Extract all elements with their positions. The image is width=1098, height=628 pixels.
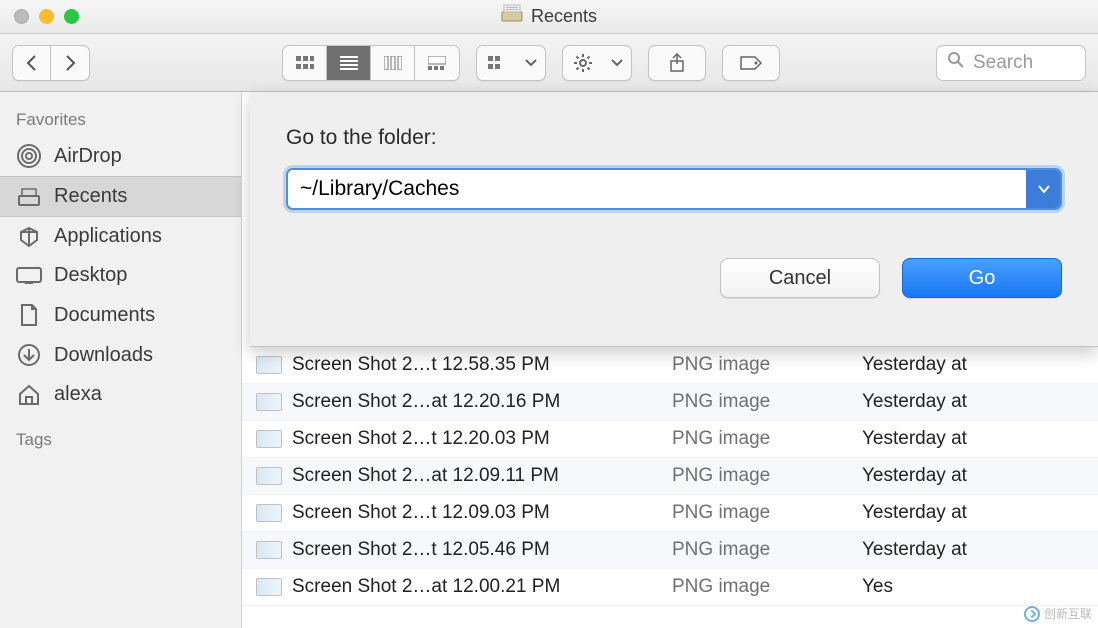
file-row[interactable]: Screen Shot 2…t 12.09.03 PMPNG imageYest…: [242, 495, 1098, 532]
sidebar-item-recents[interactable]: Recents: [0, 176, 241, 217]
applications-icon: [16, 226, 42, 248]
file-row[interactable]: Screen Shot 2…t 12.05.46 PMPNG imageYest…: [242, 532, 1098, 569]
file-date: Yesterday at: [862, 354, 1098, 376]
sidebar-item-applications[interactable]: Applications: [0, 217, 241, 256]
file-thumbnail-icon: [256, 393, 282, 411]
file-thumbnail-icon: [256, 356, 282, 374]
file-kind: PNG image: [672, 502, 862, 524]
gear-icon: [563, 46, 603, 80]
file-thumbnail-icon: [256, 578, 282, 596]
file-name: Screen Shot 2…t 12.09.03 PM: [292, 502, 672, 524]
sidebar-item-label: Documents: [54, 304, 155, 327]
path-input[interactable]: [288, 170, 1026, 208]
watermark-logo-icon: [1024, 606, 1040, 622]
action-menu[interactable]: [562, 45, 632, 81]
search-placeholder: Search: [973, 52, 1033, 74]
file-thumbnail-icon: [256, 467, 282, 485]
watermark: 创新互联: [1024, 605, 1092, 622]
recents-drawer-icon: [501, 6, 523, 27]
nav-buttons: [12, 45, 90, 81]
go-to-folder-label: Go to the folder:: [286, 126, 1062, 150]
close-window-button[interactable]: [14, 9, 29, 24]
search-field[interactable]: Search: [936, 45, 1086, 81]
list-view-button[interactable]: [327, 46, 371, 80]
path-input-combobox[interactable]: [286, 168, 1062, 210]
arrange-icon: [477, 46, 517, 80]
file-row[interactable]: Screen Shot 2…t 12.20.03 PMPNG imageYest…: [242, 421, 1098, 458]
sidebar-item-home[interactable]: alexa: [0, 375, 241, 414]
window-title-text: Recents: [531, 6, 597, 27]
file-date: Yesterday at: [862, 539, 1098, 561]
file-row[interactable]: Screen Shot 2…t 12.58.35 PMPNG imageYest…: [242, 347, 1098, 384]
file-kind: PNG image: [672, 465, 862, 487]
downloads-icon: [16, 343, 42, 367]
file-thumbnail-icon: [256, 504, 282, 522]
share-icon: [649, 46, 705, 80]
sidebar-item-airdrop[interactable]: AirDrop: [0, 136, 241, 176]
file-row[interactable]: Screen Shot 2…at 12.09.11 PMPNG imageYes…: [242, 458, 1098, 495]
go-button[interactable]: Go: [902, 258, 1062, 298]
sidebar-item-label: Recents: [54, 185, 127, 208]
sidebar-item-label: Desktop: [54, 264, 127, 287]
sidebar-item-downloads[interactable]: Downloads: [0, 335, 241, 375]
file-row[interactable]: Screen Shot 2…at 12.00.21 PMPNG imageYes: [242, 569, 1098, 606]
file-date: Yesterday at: [862, 465, 1098, 487]
view-mode-group: [282, 45, 460, 81]
file-thumbnail-icon: [256, 541, 282, 559]
airdrop-icon: [16, 144, 42, 168]
file-kind: PNG image: [672, 428, 862, 450]
file-date: Yesterday at: [862, 391, 1098, 413]
file-name: Screen Shot 2…at 12.20.16 PM: [292, 391, 672, 413]
titlebar: Recents: [0, 0, 1098, 34]
sidebar-item-label: Applications: [54, 225, 162, 248]
tags-header: Tags: [0, 420, 241, 456]
home-icon: [16, 384, 42, 406]
tag-icon: [723, 46, 779, 80]
toolbar: Search: [0, 34, 1098, 92]
sidebar: Favorites AirDrop Recents Applications D…: [0, 92, 242, 628]
chevron-down-icon: [603, 46, 631, 80]
file-kind: PNG image: [672, 354, 862, 376]
forward-button[interactable]: [51, 46, 89, 80]
file-kind: PNG image: [672, 576, 862, 598]
recents-icon: [16, 187, 42, 207]
arrange-menu[interactable]: [476, 45, 546, 81]
chevron-down-icon: [517, 46, 545, 80]
file-thumbnail-icon: [256, 430, 282, 448]
cancel-button[interactable]: Cancel: [720, 258, 880, 298]
file-kind: PNG image: [672, 539, 862, 561]
search-icon: [947, 51, 965, 75]
sidebar-item-desktop[interactable]: Desktop: [0, 256, 241, 295]
path-history-dropdown[interactable]: [1026, 170, 1060, 208]
traffic-lights: [14, 9, 79, 24]
file-date: Yesterday at: [862, 428, 1098, 450]
minimize-window-button[interactable]: [39, 9, 54, 24]
file-row[interactable]: Screen Shot 2…at 12.20.16 PMPNG imageYes…: [242, 384, 1098, 421]
file-kind: PNG image: [672, 391, 862, 413]
column-view-button[interactable]: [371, 46, 415, 80]
sidebar-item-label: Downloads: [54, 344, 153, 367]
file-name: Screen Shot 2…at 12.00.21 PM: [292, 576, 672, 598]
file-name: Screen Shot 2…t 12.05.46 PM: [292, 539, 672, 561]
go-to-folder-sheet: Go to the folder: Cancel Go: [250, 92, 1098, 347]
zoom-window-button[interactable]: [64, 9, 79, 24]
tags-button[interactable]: [722, 45, 780, 81]
watermark-text: 创新互联: [1044, 605, 1092, 622]
file-date: Yes: [862, 576, 1098, 598]
icon-view-button[interactable]: [283, 46, 327, 80]
window-title: Recents: [501, 6, 597, 27]
share-button[interactable]: [648, 45, 706, 81]
documents-icon: [16, 303, 42, 327]
file-name: Screen Shot 2…t 12.20.03 PM: [292, 428, 672, 450]
back-button[interactable]: [13, 46, 51, 80]
sidebar-item-label: AirDrop: [54, 145, 122, 168]
file-name: Screen Shot 2…at 12.09.11 PM: [292, 465, 672, 487]
file-name: Screen Shot 2…t 12.58.35 PM: [292, 354, 672, 376]
favorites-header: Favorites: [0, 100, 241, 136]
sidebar-item-label: alexa: [54, 383, 102, 406]
sidebar-item-documents[interactable]: Documents: [0, 295, 241, 335]
gallery-view-button[interactable]: [415, 46, 459, 80]
file-date: Yesterday at: [862, 502, 1098, 524]
desktop-icon: [16, 267, 42, 285]
